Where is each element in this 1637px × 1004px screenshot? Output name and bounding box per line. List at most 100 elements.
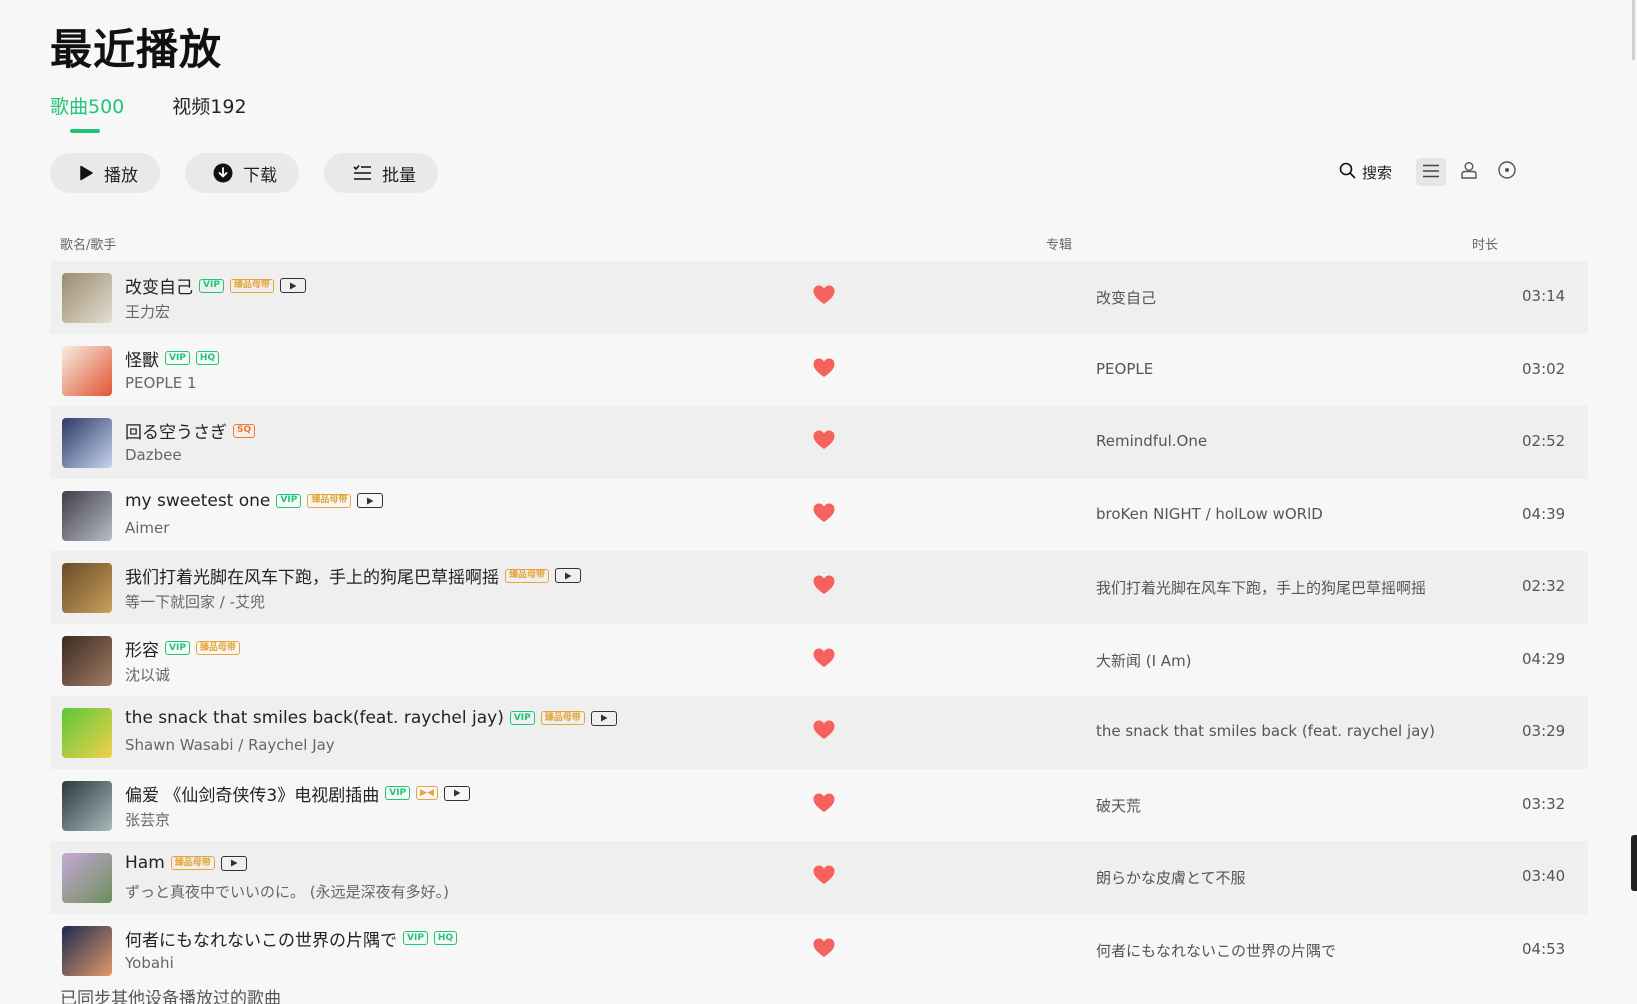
sq-badge: SQ [233,423,256,438]
download-button[interactable]: 下载 [185,153,299,193]
album-cover-thumbnail[interactable] [62,273,112,323]
album-name[interactable]: 何者にもなれないこの世界の片隅で [1096,940,1336,961]
album-name[interactable]: broKen NIGHT / holLow wORlD [1096,505,1323,523]
play-all-button[interactable]: 播放 [50,153,160,193]
table-row[interactable]: 何者にもなれないこの世界の片隅で VIP HQ Yobahi 何者にもなれないこの世界の… [50,914,1588,987]
album-cover-thumbnail[interactable] [62,925,112,976]
song-title-line: 形容 VIP 臻品母带 [125,636,240,661]
batch-button[interactable]: 批量 [324,153,438,193]
song-title-line: 回る空うさぎ SQ [125,418,256,443]
heart-icon[interactable] [813,938,835,962]
song-duration: 03:32 [1522,794,1566,813]
artist-name[interactable]: 张芸京 [125,809,170,830]
mv-play-icon[interactable] [357,493,384,508]
album-name[interactable]: 我们打着光脚在风车下跑，手上的狗尾巴草摇啊摇 [1096,577,1426,598]
mv-play-icon[interactable] [590,710,617,726]
table-row[interactable]: 形容 VIP 臻品母带 沈以诚 大新闻 (I Am) 04:29 [50,624,1588,697]
song-title[interactable]: 何者にもなれないこの世界の片隅で [125,926,397,951]
vip-badge: VIP [165,641,190,655]
album-name[interactable]: the snack that smiles back (feat. rayche… [1096,722,1435,740]
heart-icon[interactable] [813,865,835,889]
artist-name[interactable]: Yobahi [125,954,174,972]
song-title[interactable]: my sweetest one [125,491,270,511]
heart-icon[interactable] [813,430,835,454]
song-title[interactable]: 偏爱 《仙剑奇侠传3》电视剧插曲 [125,781,379,806]
heart-icon[interactable] [813,575,835,599]
mv-play-icon[interactable] [555,568,582,583]
page-title: 最近播放 [50,25,223,74]
song-title[interactable]: 怪獸 [125,346,159,371]
artist-name[interactable]: 王力宏 [125,301,170,322]
table-row[interactable]: 改变自己 VIP 臻品母带 王力宏 改变自己 03:14 [50,261,1588,334]
search-button[interactable]: 搜索 [1339,162,1392,183]
heart-icon[interactable] [813,358,835,382]
mv-play-icon[interactable] [220,855,247,871]
album-name[interactable]: 大新闻 (I Am) [1096,650,1192,671]
search-label: 搜索 [1361,163,1392,182]
table-row[interactable]: 怪獸 VIP HQ PEOPLE 1 PEOPLE 03:02 [50,334,1588,407]
tab-videos[interactable]: 视频192 [172,92,246,133]
album-name[interactable]: Remindful.One [1096,432,1207,450]
view-tools: 搜索 [1339,158,1522,186]
heart-icon[interactable] [813,793,835,817]
album-cover-thumbnail[interactable] [62,708,112,758]
artist-name[interactable]: 沈以诚 [125,664,170,685]
song-title[interactable]: 改变自己 [125,273,193,298]
download-icon [213,163,233,183]
artist-view-button[interactable] [1454,158,1484,186]
song-title-line: 何者にもなれないこの世界の片隅で VIP HQ [125,926,458,951]
vip-badge: VIP [385,786,411,800]
mv-play-icon[interactable] [444,785,470,801]
album-name[interactable]: 破天荒 [1096,795,1141,816]
album-cover-thumbnail[interactable] [62,635,112,686]
song-duration: 03:02 [1522,359,1566,378]
artist-name[interactable]: Shawn Wasabi / Raychel Jay [125,736,335,754]
heart-icon[interactable] [813,285,835,309]
artist-name[interactable]: PEOPLE 1 [125,374,197,392]
list-view-button[interactable] [1416,158,1446,186]
vip-badge: VIP [509,711,535,725]
table-row[interactable]: 我们打着光脚在风车下跑，手上的狗尾巴草摇啊摇 臻品母带 等一下就回家 / -艾兜 我们… [50,551,1588,624]
scroll-thumb[interactable] [1632,0,1635,60]
album-cover-thumbnail[interactable] [62,418,112,468]
disc-icon [1498,161,1516,183]
heart-icon[interactable] [813,503,835,527]
album-cover-thumbnail[interactable] [62,563,112,613]
column-header-song: 歌名/歌手 [60,238,117,253]
song-duration: 04:29 [1522,649,1566,668]
artist-name[interactable]: 等一下就回家 / -艾兜 [125,591,265,612]
table-row[interactable]: my sweetest one VIP 臻品母带 Aimer broKen NIGHT … [50,479,1588,552]
artist-name[interactable]: Dazbee [125,446,182,464]
album-view-button[interactable] [1492,158,1522,186]
master-tape-badge: 臻品母带 [307,493,352,508]
column-header-album: 专辑 [1046,238,1073,253]
heart-icon[interactable] [813,720,835,744]
scrollbar[interactable] [1629,0,1637,60]
song-title[interactable]: the snack that smiles back(feat. raychel… [125,708,504,728]
album-cover-thumbnail[interactable] [62,853,112,903]
song-title-line: my sweetest one VIP 臻品母带 [125,491,384,511]
vip-badge: VIP [403,931,428,945]
master-tape-badge: 臻品母带 [170,856,215,870]
album-cover-thumbnail[interactable] [62,490,112,541]
album-name[interactable]: 朗らかな皮膚とて不服 [1096,867,1246,888]
artist-name[interactable]: Aimer [125,519,169,537]
song-title[interactable]: 形容 [125,636,159,661]
album-name[interactable]: PEOPLE [1096,360,1153,378]
mv-play-icon[interactable] [279,278,306,293]
table-row[interactable]: 偏爱 《仙剑奇侠传3》电视剧插曲 VIP ▶◀ 张芸京 破天荒 03:32 [50,769,1588,842]
table-row[interactable]: the snack that smiles back(feat. raychel… [50,696,1588,769]
song-title[interactable]: Ham [125,853,165,873]
album-cover-thumbnail[interactable] [62,780,112,831]
song-duration: 03:14 [1522,287,1566,305]
album-cover-thumbnail[interactable] [62,345,112,396]
table-row[interactable]: 回る空うさぎ SQ Dazbee Remindful.One 02:52 [50,406,1588,479]
song-title[interactable]: 我们打着光脚在风车下跑，手上的狗尾巴草摇啊摇 [125,563,499,588]
tab-songs[interactable]: 歌曲500 [50,92,124,133]
artist-name[interactable]: ずっと真夜中でいいのに。 (永远是深夜有多好。) [125,881,449,902]
heart-icon[interactable] [813,648,835,672]
song-title[interactable]: 回る空うさぎ [125,418,227,443]
album-name[interactable]: 改变自己 [1096,287,1156,308]
side-drawer-handle[interactable] [1631,835,1637,891]
table-row[interactable]: Ham 臻品母带ずっと真夜中でいいのに。 (永远是深夜有多好。) 朗らかな皮膚とて不… [50,841,1588,914]
